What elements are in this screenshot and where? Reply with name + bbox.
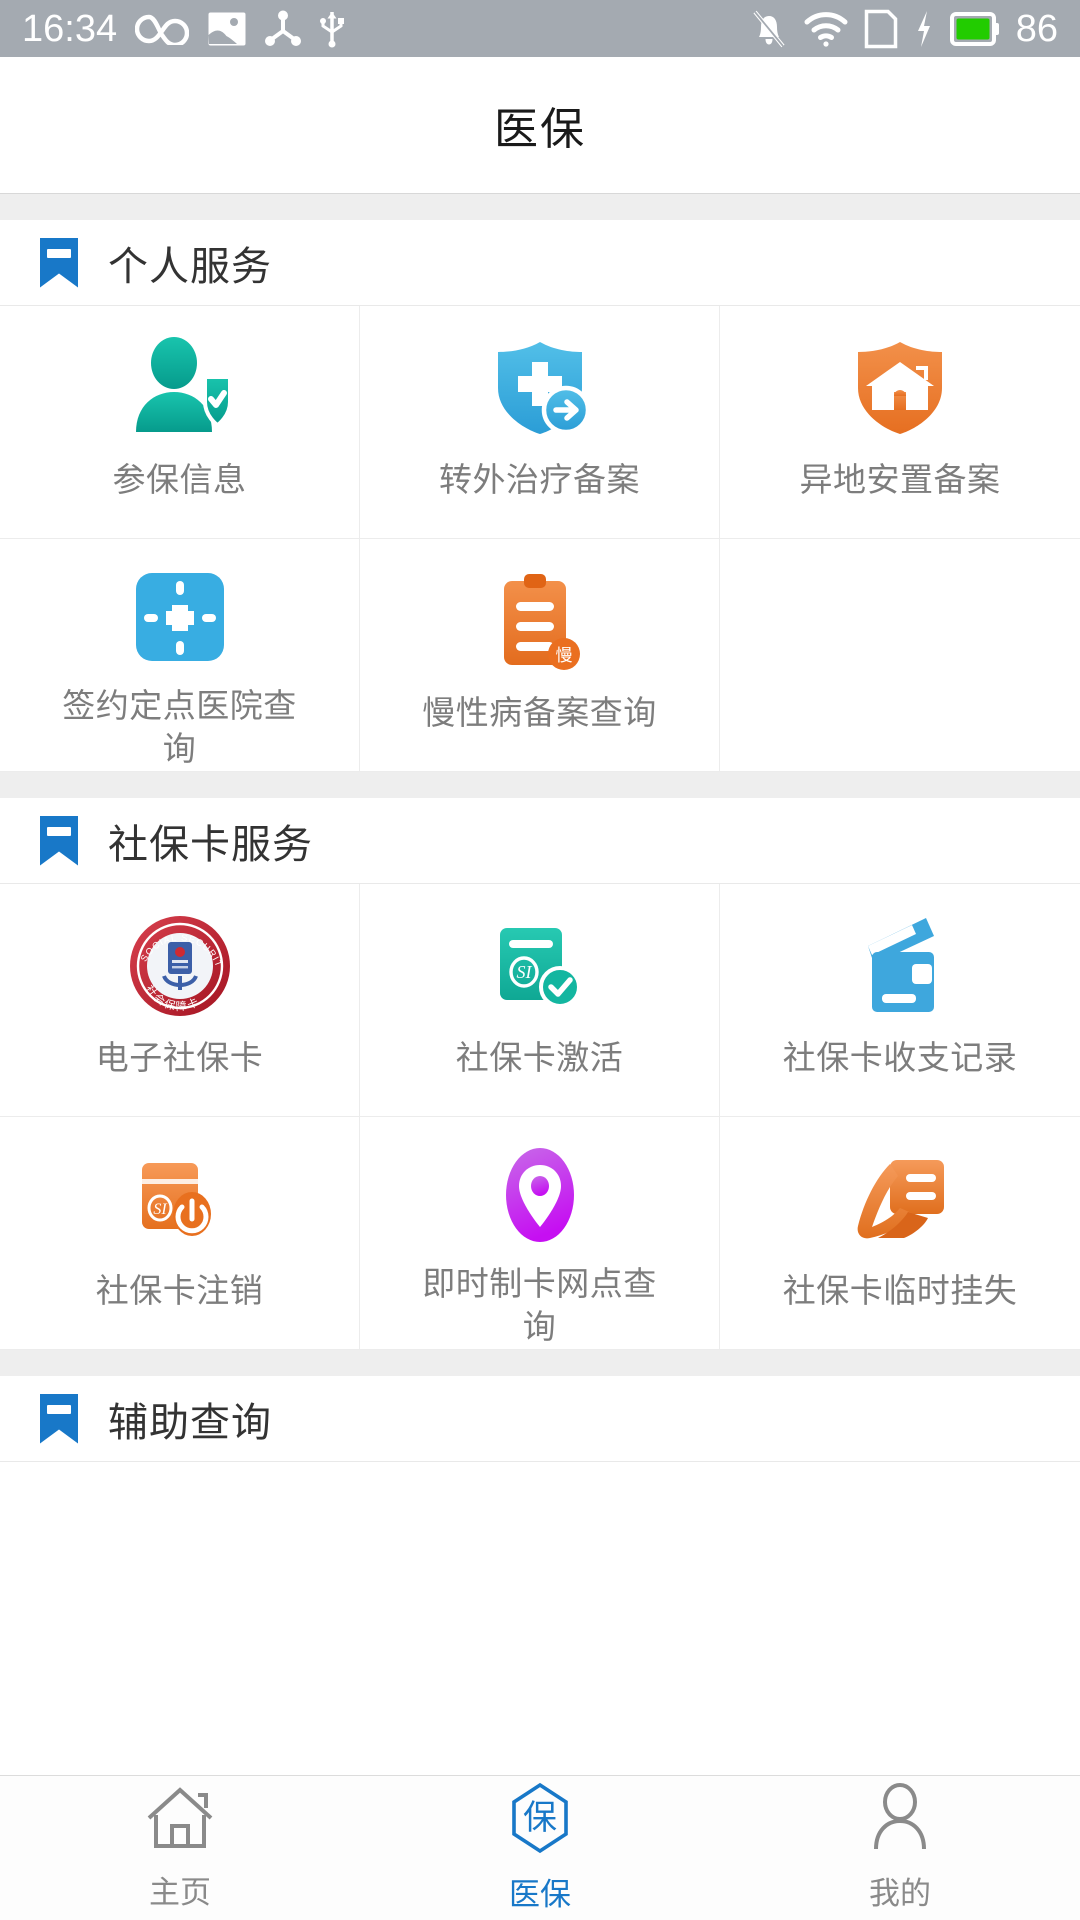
grid-item-label: 签约定点医院查询 <box>62 686 297 768</box>
ribbon-bookmark-icon <box>40 237 78 288</box>
grid-item-label: 慢性病备案查询 <box>422 694 657 731</box>
section-title: 个人服务 <box>108 244 272 289</box>
bao-hexagon-icon: 保 <box>508 1782 572 1859</box>
tab-medical-insurance[interactable]: 保 医保 <box>360 1776 720 1920</box>
status-bar: 16:34 86 <box>0 0 1080 57</box>
grid-item-card-transactions[interactable]: 社保卡收支记录 <box>720 884 1080 1117</box>
tab-label: 主页 <box>149 1875 211 1910</box>
status-bar-left: 16:34 <box>22 10 345 48</box>
infinity-icon <box>135 14 190 45</box>
card-stack-icon <box>850 912 950 1020</box>
grid-item-empty <box>720 539 1080 772</box>
ribbon-bookmark-icon <box>40 1393 78 1444</box>
section-title: 社保卡服务 <box>108 822 313 867</box>
grid-card-service: SOCIAL SECURITY CARD 社会保障卡 电子社保卡 <box>0 884 1080 1350</box>
grid-item-designated-hospital-query[interactable]: 签约定点医院查询 <box>0 539 360 772</box>
tab-label: 我的 <box>869 1876 931 1911</box>
shield-house-icon <box>848 334 952 442</box>
section-header-auxiliary-query: 辅助查询 <box>0 1376 1080 1462</box>
grid-item-electronic-card[interactable]: SOCIAL SECURITY CARD 社会保障卡 电子社保卡 <box>0 884 360 1117</box>
svg-text:SI: SI <box>153 1201 167 1218</box>
card-power-off-icon: SI <box>130 1145 230 1253</box>
section-header-card-service: 社保卡服务 <box>0 798 1080 884</box>
wifi-icon <box>804 11 848 47</box>
grid-item-card-cancellation[interactable]: SI 社保卡注销 <box>0 1117 360 1350</box>
grid-item-label: 社保卡临时挂失 <box>782 1272 1018 1309</box>
title-bar: 医保 <box>0 57 1080 194</box>
bluetooth-share-icon <box>265 10 302 46</box>
grid-item-chronic-disease-filing-query[interactable]: 慢 慢性病备案查询 <box>360 539 720 772</box>
section-title: 辅助查询 <box>108 1400 272 1445</box>
grid-item-label: 社保卡收支记录 <box>782 1039 1018 1076</box>
shield-cross-arrow-icon <box>488 334 592 442</box>
cross-square-icon <box>130 567 230 668</box>
grid-item-card-temporary-loss-report[interactable]: 社保卡临时挂失 <box>720 1117 1080 1350</box>
content-scroll-area[interactable]: 个人服务 参保信息 转外治疗备案 异地安置备案 签约定点医院查询 慢 慢性病备案… <box>0 194 1080 1775</box>
svg-text:慢: 慢 <box>555 645 572 665</box>
image-icon <box>208 12 246 45</box>
grid-item-label: 参保信息 <box>112 461 247 498</box>
mute-bell-icon <box>753 10 785 47</box>
status-bar-right: 86 <box>750 9 1058 49</box>
section-header-personal-service: 个人服务 <box>0 220 1080 306</box>
grid-item-label: 转外治疗备案 <box>439 461 640 498</box>
home-icon <box>144 1784 216 1857</box>
grid-personal-service: 参保信息 转外治疗备案 异地安置备案 签约定点医院查询 慢 慢性病备案查询 <box>0 306 1080 772</box>
svg-text:保: 保 <box>523 1799 557 1837</box>
charging-bolt-icon <box>917 10 930 47</box>
battery-icon <box>949 11 999 46</box>
tab-label: 医保 <box>509 1877 571 1912</box>
battery-percent-label: 86 <box>1015 7 1058 50</box>
grid-item-relocation-filing[interactable]: 异地安置备案 <box>720 306 1080 539</box>
sim-card-icon <box>864 9 897 48</box>
bottom-tab-bar: 主页 保 医保 我的 <box>0 1775 1080 1920</box>
grid-item-external-treatment-filing[interactable]: 转外治疗备案 <box>360 306 720 539</box>
grid-item-label: 电子社保卡 <box>95 1039 264 1076</box>
tab-home[interactable]: 主页 <box>0 1776 360 1920</box>
section-divider <box>0 1350 1080 1376</box>
social-security-card-emblem-icon: SOCIAL SECURITY CARD 社会保障卡 <box>128 912 232 1020</box>
grid-item-card-activation[interactable]: SI 社保卡激活 <box>360 884 720 1117</box>
grid-item-label: 异地安置备案 <box>799 461 1001 498</box>
hand-card-icon <box>848 1145 952 1253</box>
section-divider <box>0 194 1080 220</box>
map-pin-icon <box>490 1145 590 1246</box>
tab-profile[interactable]: 我的 <box>720 1776 1080 1920</box>
person-shield-check-icon <box>126 334 234 442</box>
svg-text:SI: SI <box>516 962 532 982</box>
card-si-check-icon: SI <box>490 912 590 1020</box>
grid-item-label: 即时制卡网点查询 <box>422 1264 657 1346</box>
page-title: 医保 <box>494 105 586 154</box>
ribbon-bookmark-icon <box>40 815 78 866</box>
status-bar-clock: 16:34 <box>22 7 118 50</box>
person-icon <box>868 1783 932 1858</box>
grid-item-insurance-info[interactable]: 参保信息 <box>0 306 360 539</box>
usb-icon <box>320 11 345 47</box>
grid-item-label: 社保卡注销 <box>95 1272 264 1309</box>
grid-item-instant-card-branch-query[interactable]: 即时制卡网点查询 <box>360 1117 720 1350</box>
clipboard-chronic-icon: 慢 <box>494 567 586 675</box>
grid-item-label: 社保卡激活 <box>455 1039 624 1076</box>
section-divider <box>0 772 1080 798</box>
